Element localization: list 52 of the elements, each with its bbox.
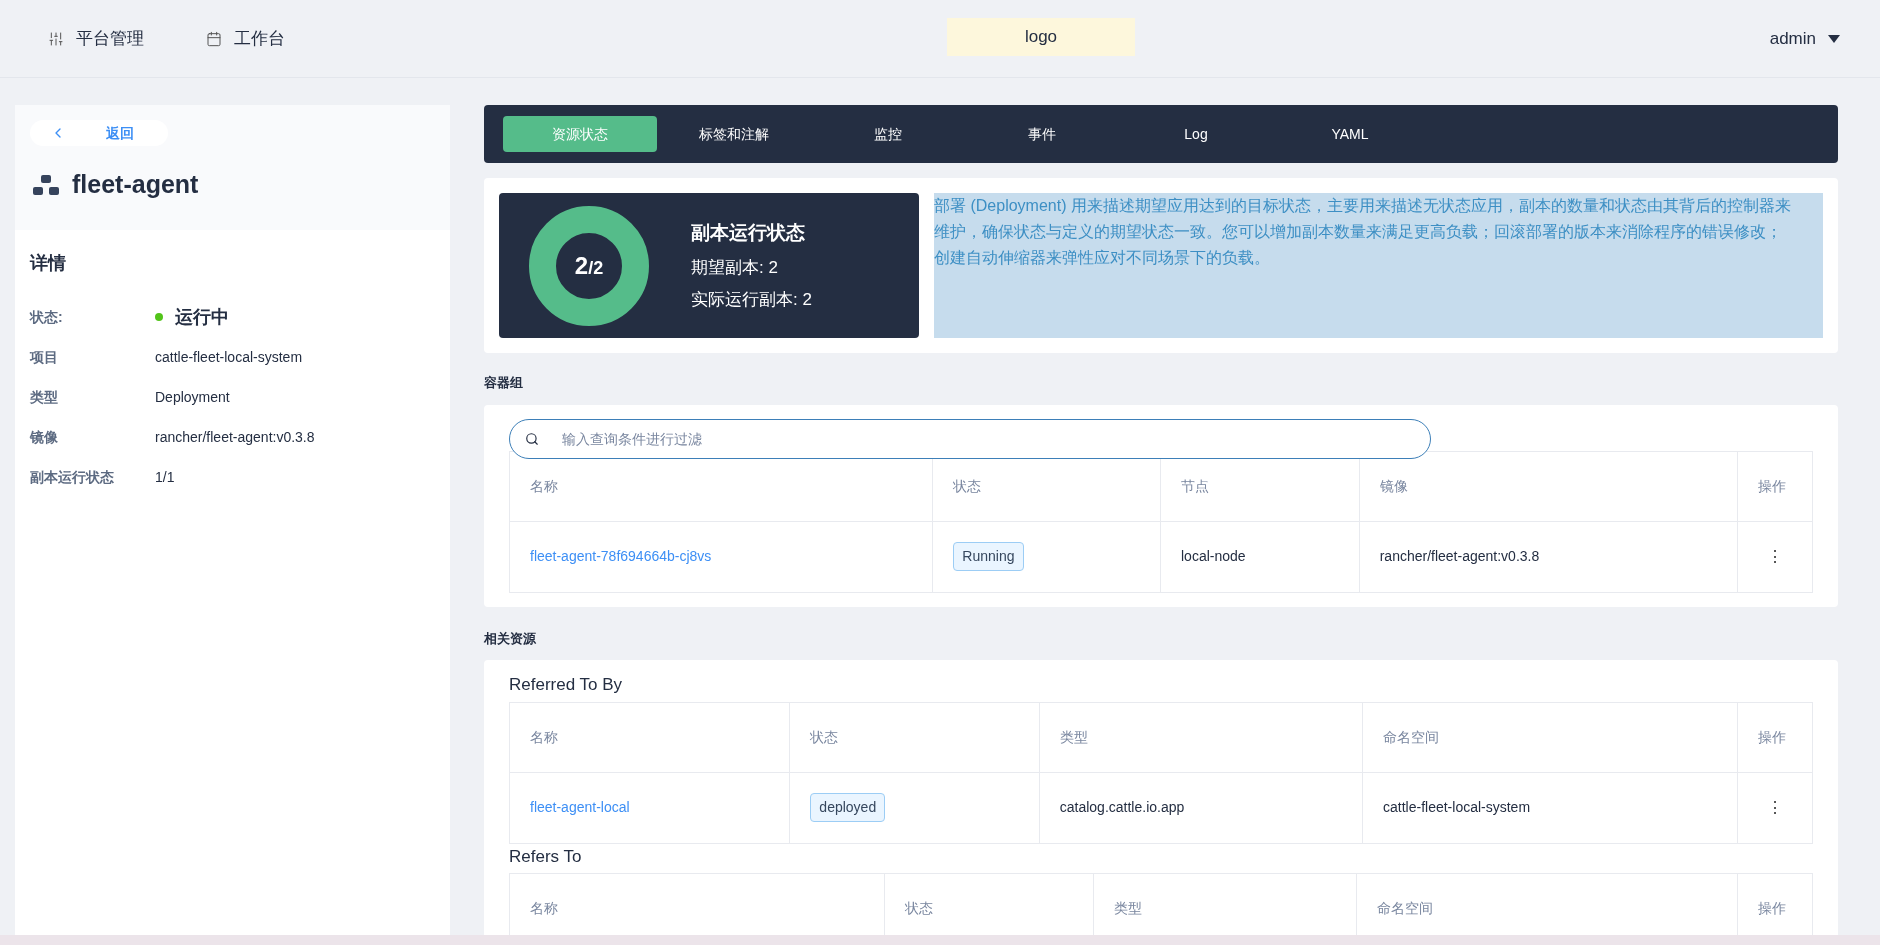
column-header: 操作: [1757, 727, 1788, 747]
field-value: 运行中: [175, 305, 229, 329]
tab[interactable]: 监控: [811, 116, 965, 152]
field-value: Deployment: [155, 387, 230, 407]
logo-text: logo: [1024, 26, 1058, 48]
table-title: Refers To: [509, 845, 583, 868]
table-title: Referred To By: [509, 674, 624, 696]
tab[interactable]: YAML: [1273, 116, 1427, 152]
status-tag: deployed: [810, 793, 886, 822]
column-header: 操作: [1757, 899, 1788, 918]
table-cell-text: rancher/fleet-agent:v0.3.8: [1379, 547, 1540, 566]
more-actions-button[interactable]: ⋮: [1763, 544, 1788, 569]
replica-stat: 期望副本: 2: [691, 257, 779, 280]
section-title: 相关资源: [484, 629, 537, 648]
field-label: 项目: [30, 347, 59, 367]
column-header: 操作: [1757, 476, 1788, 496]
stacked-blocks-icon: [32, 173, 60, 196]
column-header: 命名空间: [1363, 702, 1739, 772]
resource-title: fleet-agent: [72, 169, 199, 200]
field-value: rancher/fleet-agent:v0.3.8: [155, 427, 315, 447]
field-value: cattle-fleet-local-system: [155, 347, 303, 367]
tab[interactable]: 事件: [965, 116, 1119, 152]
more-actions-button[interactable]: ⋮: [1763, 795, 1788, 820]
column-header: 状态: [790, 702, 1040, 772]
table-cell-text: local-node: [1181, 547, 1246, 566]
card-title: 副本运行状态: [691, 220, 806, 245]
description-text: 部署 (Deployment) 用来描述期望应用达到的目标状态，主要用来描述无状态应用，副本的数量和状态由其背后的控制器来维护，确保状态与定义的期望状态一致。您可以增加副本数量来满足更高负载；回滚部署的版本来消除程序的错误修改；创建自动伸缩器来弹性应对不同场景下的负载。: [934, 193, 1823, 338]
field-label: 镜像: [30, 427, 59, 447]
column-header: 镜像: [1359, 451, 1739, 521]
search-field[interactable]: 输入查询条件进行过滤: [509, 418, 1431, 459]
field-label: 状态:: [30, 307, 64, 327]
field-label: 类型: [30, 387, 59, 407]
search-icon: [525, 431, 539, 446]
field-label: 副本运行状态: [30, 467, 115, 487]
column-header: 名称: [510, 702, 791, 772]
section-title: 容器组: [484, 374, 524, 392]
section-title: 详情: [30, 252, 67, 275]
replica-count: 2/2: [574, 250, 604, 281]
nav-link[interactable]: 平台管理: [48, 25, 144, 52]
sliders-icon: [48, 30, 64, 47]
table-cell-text: catalog.cattle.io.app: [1059, 798, 1185, 817]
replica-stat: 实际运行副本: 2: [691, 288, 812, 311]
calendar-icon: [206, 30, 222, 47]
tab[interactable]: 标签和注解: [657, 116, 811, 152]
caret-icon: [1828, 34, 1840, 43]
user-menu[interactable]: admin: [1769, 25, 1840, 52]
column-header: 类型: [1039, 702, 1364, 772]
table-cell-text: cattle-fleet-local-system: [1383, 798, 1531, 817]
field-value: 1/1: [155, 467, 175, 487]
tab[interactable]: Log: [1119, 116, 1273, 152]
status-tag: Running: [953, 542, 1024, 571]
nav-link[interactable]: 工作台: [206, 25, 285, 52]
